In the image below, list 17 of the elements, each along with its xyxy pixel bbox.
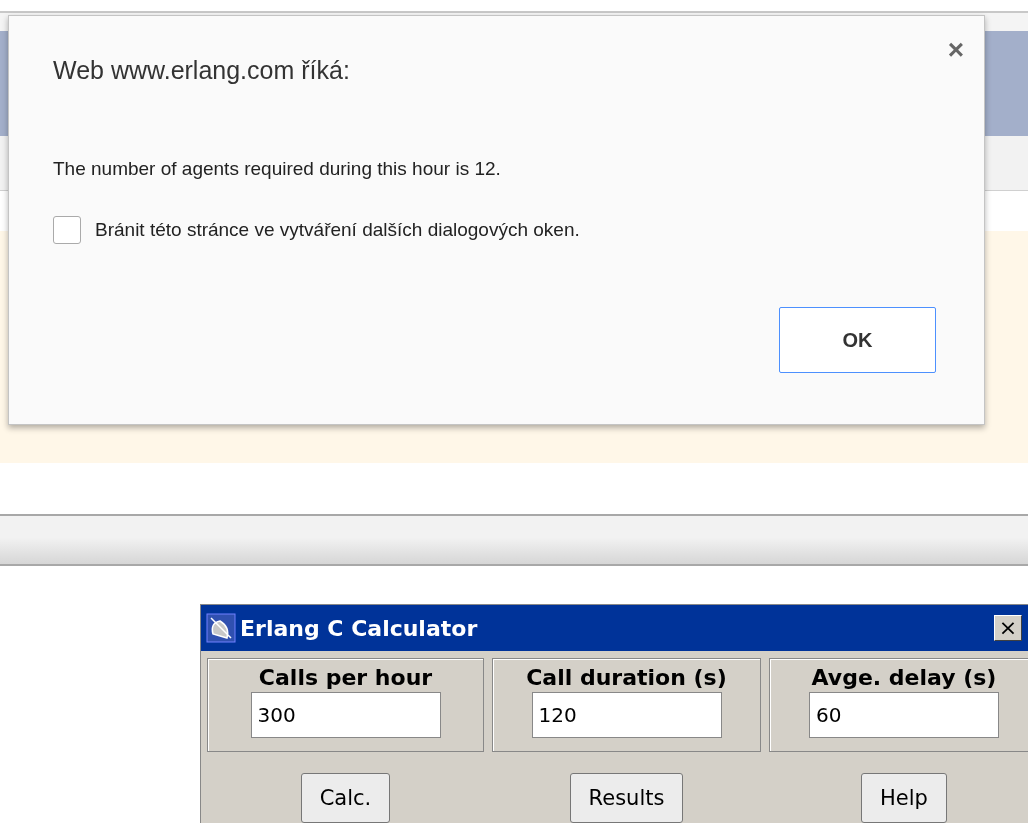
checkbox-label: Bránit této stránce ve vytváření dalších dialogových oken.: [95, 219, 580, 241]
ok-button[interactable]: OK: [779, 307, 936, 373]
close-button[interactable]: ×: [947, 36, 964, 64]
dialog-title: Web www.erlang.com říká:: [53, 56, 350, 85]
field-label: Calls per hour: [258, 665, 433, 690]
checkbox[interactable]: [53, 216, 81, 244]
input-field[interactable]: 300: [250, 692, 441, 738]
input-field[interactable]: 60: [809, 692, 999, 738]
field-label: Call duration (s): [526, 665, 727, 690]
calculator-button[interactable]: Calc.: [300, 773, 391, 823]
calculator-button[interactable]: Results: [569, 773, 684, 823]
window-title: Erlang C Calculator: [240, 615, 478, 641]
field-label: Avge. delay (s): [811, 665, 997, 690]
calculator-button[interactable]: Help: [861, 773, 947, 823]
dialog-message: The number of agents required during this hour is 12.: [53, 158, 501, 180]
close-button[interactable]: ×: [994, 615, 1022, 641]
input-field[interactable]: 120: [531, 692, 722, 738]
